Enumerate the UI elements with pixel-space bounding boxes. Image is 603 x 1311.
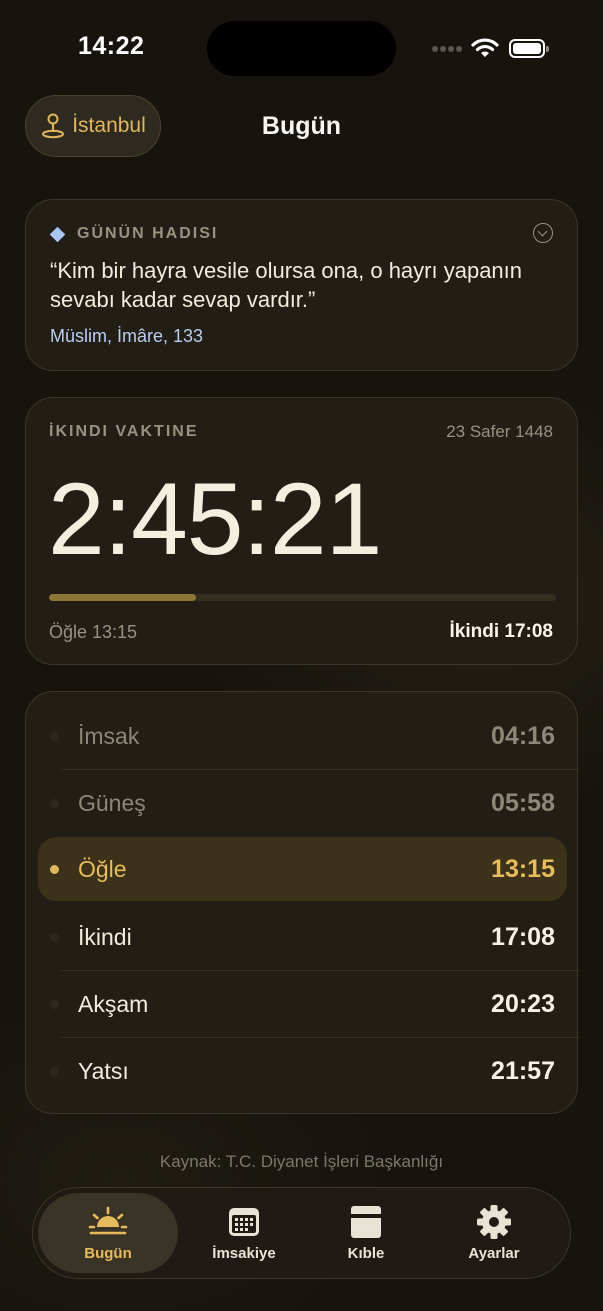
divider — [62, 1037, 579, 1038]
prayer-row-ogle[interactable]: Öğle 13:15 — [38, 837, 567, 901]
chevron-down-icon[interactable] — [533, 223, 553, 243]
data-source-note: Kaynak: T.C. Diyanet İşleri Başkanlığı — [159, 1152, 444, 1171]
divider — [62, 769, 579, 770]
prayer-row-aksam[interactable]: Akşam 20:23 — [38, 972, 579, 1038]
tab-kible[interactable]: Kıble — [296, 1193, 436, 1273]
status-dot — [50, 865, 59, 874]
prayer-times-list: İmsak 04:16 Güneş 05:58 Öğle 13:15 İkind… — [25, 691, 579, 1114]
countdown-progress-fill — [49, 594, 197, 601]
tab-ayarlar[interactable]: Ayarlar — [424, 1193, 564, 1273]
countdown-progress-bar — [49, 594, 556, 601]
wifi-icon — [471, 38, 499, 57]
prayer-name: Akşam — [78, 991, 149, 1017]
tab-label: Ayarlar — [468, 1244, 520, 1262]
countdown-start: Öğle 13:15 — [49, 622, 138, 642]
battery-icon — [509, 39, 549, 58]
page-title: Bugün — [261, 112, 342, 140]
prayer-name: Güneş — [78, 790, 146, 816]
prayer-time: 13:15 — [491, 855, 555, 883]
prayer-row-yatsi[interactable]: Yatsı 21:57 — [38, 1039, 567, 1103]
prayer-row-imsak[interactable]: İmsak 04:16 — [38, 704, 579, 770]
tab-bugun[interactable]: Bugün — [38, 1193, 178, 1273]
cellular-signal-icon — [432, 46, 462, 54]
tab-imsakiye[interactable]: İmsakiye — [174, 1193, 314, 1273]
status-dot — [50, 933, 59, 942]
divider — [62, 970, 579, 971]
status-time: 14:22 — [78, 32, 145, 60]
prayer-time: 20:23 — [491, 990, 555, 1018]
prayer-time: 04:16 — [491, 722, 555, 750]
hadith-card[interactable]: GÜNÜN HADISI “Kim bir hayra vesile olurs… — [25, 199, 578, 371]
tab-label: Kıble — [347, 1244, 385, 1262]
diamond-icon — [49, 226, 66, 242]
hijri-date: 23 Safer 1448 — [446, 422, 553, 441]
prayer-time: 17:08 — [491, 923, 555, 951]
countdown-timer: 2:45:21 — [48, 462, 382, 576]
status-dot — [50, 1000, 59, 1009]
tab-label: İmsakiye — [212, 1244, 276, 1262]
status-dot — [50, 799, 59, 808]
hadith-text: “Kim bir hayra vesile olursa ona, o hayr… — [50, 258, 523, 312]
calendar-icon — [229, 1207, 259, 1236]
sunrise-icon — [88, 1206, 128, 1234]
status-dot — [50, 1067, 59, 1076]
prayer-time: 05:58 — [491, 789, 555, 817]
countdown-end: İkindi 17:08 — [449, 621, 554, 642]
prayer-time: 21:57 — [491, 1057, 555, 1085]
qibla-icon — [351, 1205, 381, 1238]
prayer-name: Yatsı — [78, 1058, 129, 1084]
prayer-name: Öğle — [78, 856, 127, 882]
tab-label: Bugün — [84, 1244, 132, 1262]
prayer-row-gunes[interactable]: Güneş 05:58 — [38, 771, 567, 835]
hadith-source: Müslim, İmâre, 133 — [50, 326, 204, 346]
tab-bar: Bugün İmsakiye Kıble Ayarlar — [32, 1187, 571, 1279]
prayer-row-ikindi[interactable]: İkindi 17:08 — [38, 905, 579, 971]
countdown-card: İKINDI VAKTINE 23 Safer 1448 2:45:21 Öğl… — [25, 397, 578, 665]
prayer-name: İmsak — [78, 723, 140, 749]
prayer-name: İkindi — [78, 924, 132, 950]
countdown-label: İKINDI VAKTINE — [49, 423, 199, 440]
status-bar: 14:22 — [0, 0, 603, 96]
dynamic-island — [207, 21, 396, 76]
status-dot — [50, 732, 59, 741]
gear-icon — [477, 1204, 511, 1239]
hadith-heading: GÜNÜN HADISI — [77, 225, 219, 242]
hadith-header: GÜNÜN HADISI — [49, 225, 219, 243]
